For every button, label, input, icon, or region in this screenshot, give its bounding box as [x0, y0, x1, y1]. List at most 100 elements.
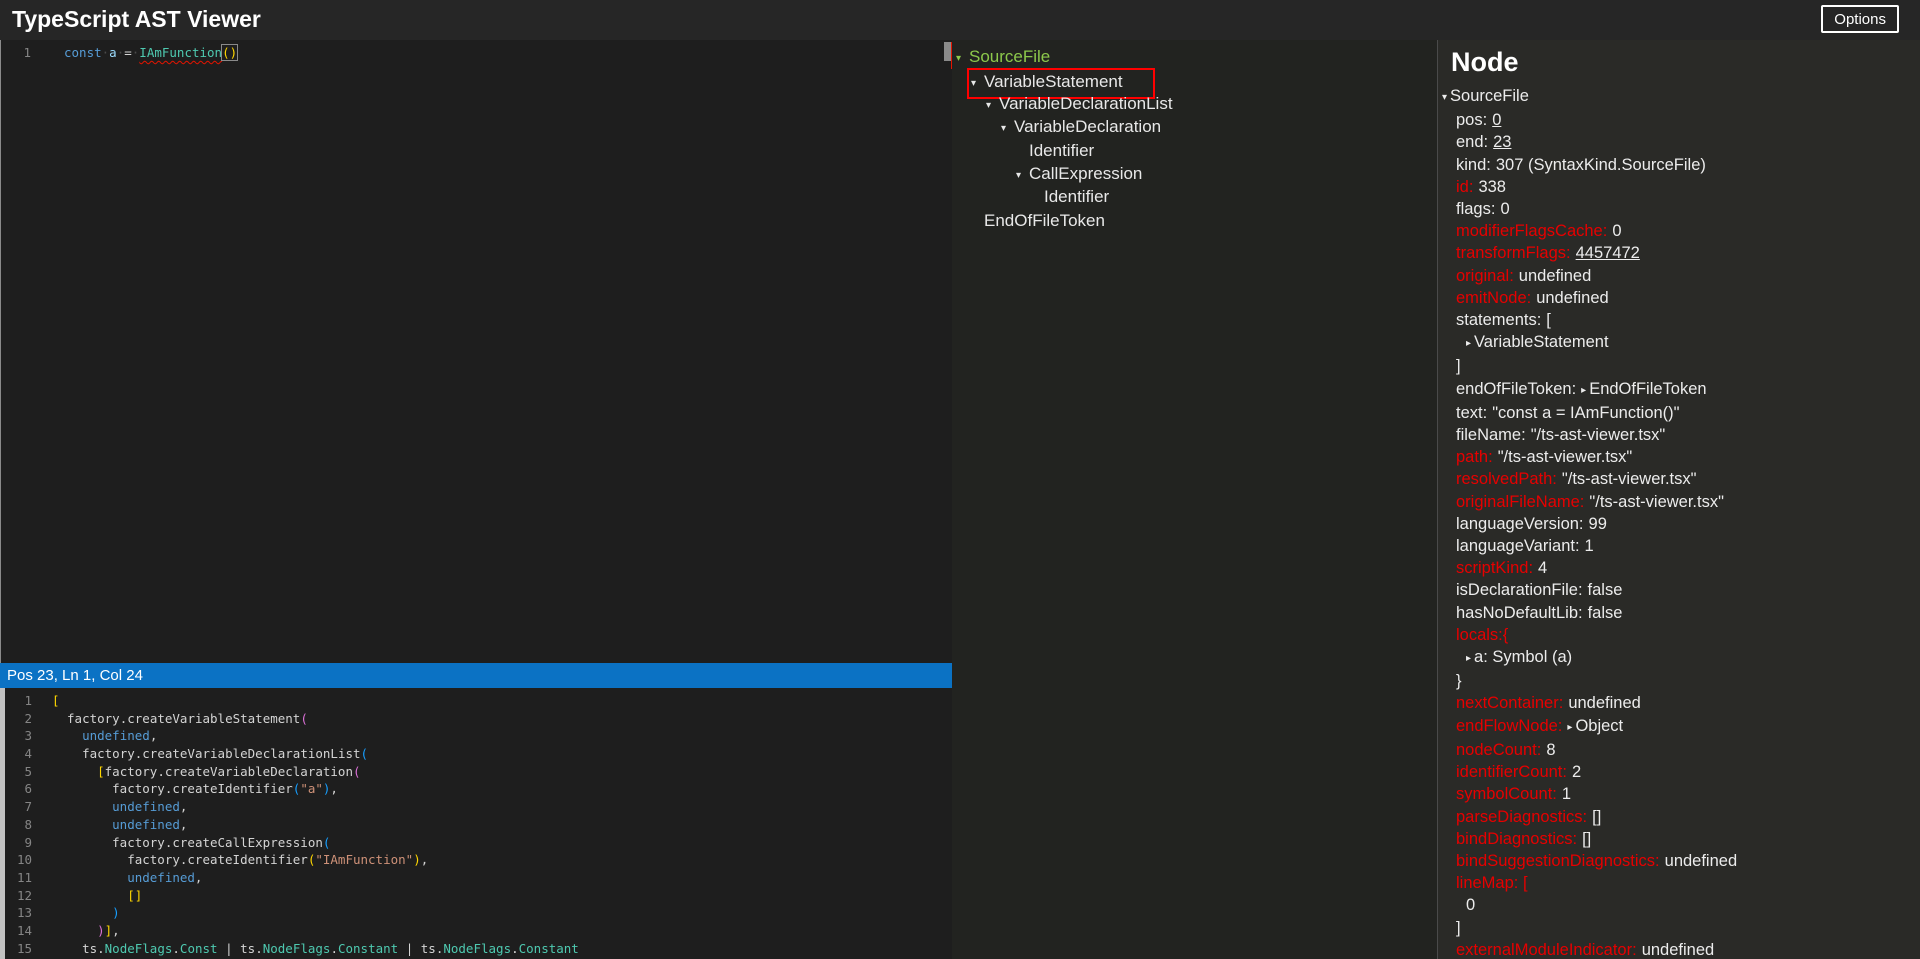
property-value: ]	[1456, 357, 1461, 375]
property-value: EndOfFileToken	[1589, 380, 1706, 398]
node-property-row[interactable]: ▾SourceFile	[1438, 85, 1920, 109]
code-editor[interactable]: 1 const·a·=·IAmFunction()	[0, 40, 953, 663]
node-property-row[interactable]: transformFlags: 4457472	[1438, 242, 1920, 264]
factory-line[interactable]: 2factory.createVariableStatement(	[0, 710, 952, 728]
tree-node-callexpression[interactable]: ▾CallExpression	[952, 162, 1437, 185]
factory-code: factory.createIdentifier("IAmFunction"),	[52, 851, 428, 869]
node-property-row[interactable]: ▸VariableStatement	[1438, 331, 1920, 355]
tree-node-identifier[interactable]: Identifier	[952, 185, 1437, 208]
node-property-row: nodeCount:8	[1438, 739, 1920, 761]
node-property-row: languageVersion:99	[1438, 513, 1920, 535]
property-value: VariableStatement	[1474, 333, 1609, 351]
factory-line[interactable]: 5[factory.createVariableDeclaration(	[0, 763, 952, 781]
property-key: endFlowNode:	[1456, 717, 1562, 735]
factory-line[interactable]: 13)	[0, 904, 952, 922]
tree-node-sourcefile[interactable]: ▾SourceFile	[952, 45, 1437, 68]
property-key: end:	[1456, 133, 1488, 151]
property-value: undefined	[1665, 852, 1738, 870]
tree-node-variablestatement[interactable]: ▾VariableStatement	[952, 68, 1437, 91]
property-value: 1	[1562, 785, 1571, 803]
node-property-row[interactable]: endFlowNode:▸Object	[1438, 715, 1920, 739]
editor-scrollbar-slider[interactable]	[944, 42, 951, 61]
node-property-row: fileName:"/ts-ast-viewer.tsx"	[1438, 424, 1920, 446]
property-key: transformFlags:	[1456, 244, 1571, 262]
chevron-right-icon[interactable]: ▸	[1466, 648, 1471, 670]
property-key: locals:{	[1456, 626, 1508, 644]
editor-line[interactable]: 1 const·a·=·IAmFunction()	[1, 43, 31, 62]
factory-code-lines: 1[2factory.createVariableStatement(3unde…	[0, 692, 952, 957]
node-property-row: languageVariant:1	[1438, 535, 1920, 557]
editor-code-line[interactable]: const·a·=·IAmFunction()	[64, 43, 237, 62]
tree-node-identifier[interactable]: Identifier	[952, 139, 1437, 162]
code-token: .	[172, 941, 180, 956]
property-value: 99	[1589, 515, 1607, 533]
factory-code-panel[interactable]: 1[2factory.createVariableStatement(3unde…	[0, 688, 952, 959]
chevron-right-icon[interactable]: ▸	[1581, 380, 1586, 402]
code-token: ,	[195, 870, 203, 885]
chevron-down-icon[interactable]: ▾	[1016, 164, 1029, 187]
factory-line[interactable]: 8undefined,	[0, 816, 952, 834]
node-property-row[interactable]: endOfFileToken: ▸EndOfFileToken	[1438, 378, 1920, 402]
code-token: undefined	[82, 728, 150, 743]
code-token: NodeFlags	[443, 941, 511, 956]
node-property-row[interactable]: end: 23	[1438, 131, 1920, 153]
code-token: )	[413, 852, 421, 867]
factory-line[interactable]: 1[	[0, 692, 952, 710]
chevron-down-icon[interactable]: ▾	[986, 94, 999, 117]
property-value[interactable]: 4457472	[1576, 244, 1640, 262]
node-property-row: resolvedPath:"/ts-ast-viewer.tsx"	[1438, 468, 1920, 490]
property-value: "/ts-ast-viewer.tsx"	[1531, 426, 1666, 444]
chevron-down-icon[interactable]: ▾	[1442, 87, 1447, 109]
chevron-right-icon[interactable]: ▸	[1466, 333, 1471, 355]
tree-node-label: VariableStatement	[984, 72, 1123, 91]
code-token: ()	[222, 45, 237, 60]
chevron-down-icon[interactable]: ▾	[1001, 117, 1014, 140]
code-token: factory.createCallExpression	[112, 835, 323, 850]
options-button[interactable]: Options	[1821, 5, 1899, 33]
node-property-row[interactable]: ▸a: Symbol (a)	[1438, 646, 1920, 670]
property-key: flags:	[1456, 200, 1495, 218]
factory-line[interactable]: 4factory.createVariableDeclarationList(	[0, 745, 952, 763]
property-value: ]	[1456, 919, 1461, 937]
code-token: ts.	[240, 941, 263, 956]
factory-line[interactable]: 3undefined,	[0, 727, 952, 745]
node-property-row: lineMap: [	[1438, 872, 1920, 894]
chevron-right-icon[interactable]: ▸	[1567, 717, 1572, 739]
property-key: isDeclarationFile:	[1456, 581, 1583, 599]
property-key: id:	[1456, 178, 1473, 196]
tree-node-variabledeclarationlist[interactable]: ▾VariableDeclarationList	[952, 92, 1437, 115]
code-token: [	[97, 764, 105, 779]
property-key: modifierFlagsCache:	[1456, 222, 1607, 240]
code-token: undefined	[112, 799, 180, 814]
node-property-row: identifierCount:2	[1438, 761, 1920, 783]
chevron-down-icon[interactable]: ▾	[971, 72, 984, 95]
tree-node-variabledeclaration[interactable]: ▾VariableDeclaration	[952, 115, 1437, 138]
property-key: languageVariant:	[1456, 537, 1580, 555]
code-token: ,	[180, 817, 188, 832]
factory-line[interactable]: 11undefined,	[0, 869, 952, 887]
app-header: TypeScript AST Viewer Options	[0, 0, 1920, 40]
factory-line[interactable]: 7undefined,	[0, 798, 952, 816]
property-key: parseDiagnostics:	[1456, 808, 1587, 826]
property-key: endOfFileToken:	[1456, 380, 1576, 398]
factory-line[interactable]: 10factory.createIdentifier("IAmFunction"…	[0, 851, 952, 869]
tree-node-endoffiletoken[interactable]: EndOfFileToken	[952, 209, 1437, 232]
node-property-row: originalFileName:"/ts-ast-viewer.tsx"	[1438, 491, 1920, 513]
property-key: bindDiagnostics:	[1456, 830, 1577, 848]
property-key: emitNode:	[1456, 289, 1531, 307]
property-value: undefined	[1568, 694, 1641, 712]
factory-line[interactable]: 6factory.createIdentifier("a"),	[0, 780, 952, 798]
property-value[interactable]: 0	[1492, 111, 1501, 129]
factory-line[interactable]: 12[]	[0, 887, 952, 905]
node-property-row[interactable]: pos:0	[1438, 109, 1920, 131]
chevron-down-icon[interactable]: ▾	[956, 47, 969, 70]
factory-line[interactable]: 9factory.createCallExpression(	[0, 834, 952, 852]
code-token: |	[218, 941, 241, 956]
property-value: 307 (SyntaxKind.SourceFile)	[1496, 156, 1706, 174]
factory-line[interactable]: 14)],	[0, 922, 952, 940]
factory-scrollbar[interactable]	[0, 688, 5, 959]
property-value: 8	[1546, 741, 1555, 759]
code-token: factory.createIdentifier	[127, 852, 308, 867]
factory-line[interactable]: 15ts.NodeFlags.Const | ts.NodeFlags.Cons…	[0, 940, 952, 958]
property-value[interactable]: 23	[1493, 133, 1511, 151]
